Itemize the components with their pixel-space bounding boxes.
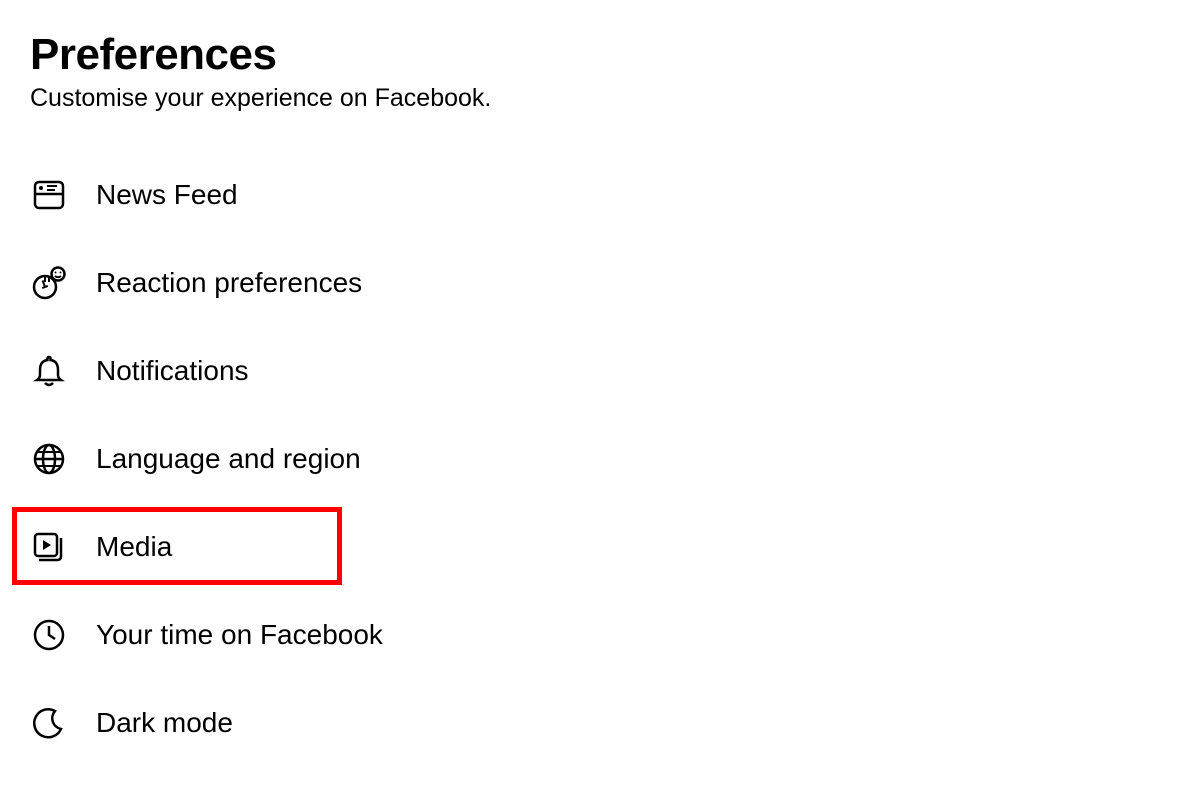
menu-item-language-region[interactable]: Language and region <box>30 415 1169 503</box>
menu-label: News Feed <box>96 179 238 211</box>
menu-label: Reaction preferences <box>96 267 362 299</box>
menu-item-news-feed[interactable]: News Feed <box>30 151 1169 239</box>
menu-label: Notifications <box>96 355 249 387</box>
menu-label: Dark mode <box>96 707 233 739</box>
menu-item-your-time[interactable]: Your time on Facebook <box>30 591 1169 679</box>
menu-label: Your time on Facebook <box>96 619 383 651</box>
menu-item-media[interactable]: Media <box>30 503 1169 591</box>
page-title: Preferences <box>30 30 1169 80</box>
page-subtitle: Customise your experience on Facebook. <box>30 84 1169 113</box>
news-feed-icon <box>30 176 68 214</box>
menu-item-reaction-preferences[interactable]: Reaction preferences <box>30 239 1169 327</box>
clock-icon <box>30 616 68 654</box>
bell-icon <box>30 352 68 390</box>
menu-item-dark-mode[interactable]: Dark mode <box>30 679 1169 767</box>
media-icon <box>30 528 68 566</box>
menu-label: Language and region <box>96 443 361 475</box>
moon-icon <box>30 704 68 742</box>
reaction-icon <box>30 264 68 302</box>
menu-item-notifications[interactable]: Notifications <box>30 327 1169 415</box>
preferences-menu: News Feed Reaction preferences Notificat… <box>30 151 1169 767</box>
menu-label: Media <box>96 531 172 563</box>
globe-icon <box>30 440 68 478</box>
